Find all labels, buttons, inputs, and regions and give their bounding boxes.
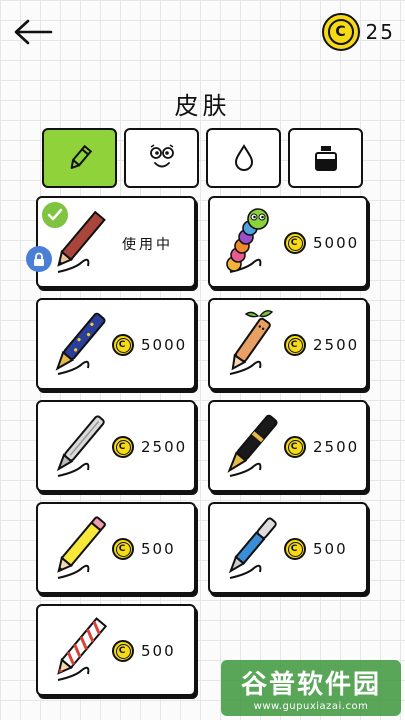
skin-price: C 500 — [112, 640, 176, 662]
selected-check-icon — [40, 200, 70, 230]
skin-card-sprout-pen[interactable]: C 2500 — [208, 298, 368, 390]
skin-price: C 5000 — [284, 232, 359, 254]
skin-card-black-fountain-pen[interactable]: C 2500 — [208, 400, 368, 492]
skin-card-brown-pencil[interactable]: 使用中 — [26, 196, 196, 288]
skin-price: C 2500 — [284, 436, 359, 458]
price-value: 2500 — [141, 438, 188, 456]
skin-price: C 500 — [284, 538, 348, 560]
caterpillar-pen-icon — [226, 208, 269, 273]
blue-ballpoint-icon — [228, 517, 277, 579]
skin-price: C 2500 — [284, 334, 359, 356]
candy-stripe-pencil-icon — [57, 617, 108, 681]
yellow-pencil-icon — [57, 516, 106, 579]
back-arrow-icon — [14, 19, 53, 45]
coin-icon: C — [112, 334, 134, 356]
drop-icon — [234, 144, 253, 171]
price-value: 5000 — [313, 234, 360, 252]
back-button[interactable] — [10, 14, 56, 50]
pencil-icon — [70, 144, 92, 169]
skin-card-silver-ballpoint[interactable]: C 2500 — [36, 400, 196, 492]
tab-faces[interactable] — [124, 128, 199, 188]
site-watermark: 谷普软件园 www.gupuxiazai.com — [221, 660, 401, 716]
coin-icon: C — [284, 334, 306, 356]
skin-card-candy-stripe-pencil[interactable]: C 500 — [36, 604, 196, 696]
page-title: 皮肤 — [174, 92, 231, 120]
watermark-title: 谷普软件园 — [240, 670, 381, 700]
tab-ink-color[interactable] — [206, 128, 281, 188]
coin-count: 25 — [365, 20, 395, 44]
lock-icon — [26, 246, 52, 272]
price-value: 5000 — [141, 336, 188, 354]
price-value: 2500 — [313, 438, 360, 456]
price-value: 500 — [141, 642, 176, 660]
coin-icon: C — [112, 538, 134, 560]
tab-ink-bottle[interactable] — [288, 128, 363, 188]
price-value: 500 — [313, 540, 348, 558]
skin-price: C 2500 — [112, 436, 187, 458]
starry-fountain-pen-icon — [55, 312, 106, 375]
coin-icon: C — [284, 232, 306, 254]
coin-icon: C — [112, 436, 134, 458]
coin-icon: C — [321, 13, 360, 51]
category-tabs — [42, 128, 363, 188]
ink-bottle-icon — [314, 146, 337, 171]
coin-icon: C — [284, 538, 306, 560]
skin-price: C 5000 — [112, 334, 187, 356]
skin-card-caterpillar-pen[interactable]: C 5000 — [208, 196, 368, 288]
price-value: 2500 — [313, 336, 360, 354]
sprout-pen-icon — [229, 309, 274, 375]
skin-card-blue-ballpoint[interactable]: C 500 — [208, 502, 368, 594]
skin-card-yellow-pencil[interactable]: C 500 — [36, 502, 196, 594]
coin-balance: C 25 — [321, 13, 395, 51]
skin-price: C 500 — [112, 538, 176, 560]
black-fountain-pen-icon — [227, 414, 278, 477]
silver-ballpoint-icon — [56, 415, 105, 477]
skin-card-starry-fountain-pen[interactable]: C 5000 — [36, 298, 196, 390]
coin-icon: C — [284, 436, 306, 458]
tab-pens[interactable] — [42, 128, 117, 188]
watermark-url: www.gupuxiazai.com — [253, 701, 369, 712]
coin-icon: C — [112, 640, 134, 662]
price-value: 500 — [141, 540, 176, 558]
face-icon — [149, 144, 174, 168]
skin-status-in-use: 使用中 — [122, 237, 173, 253]
